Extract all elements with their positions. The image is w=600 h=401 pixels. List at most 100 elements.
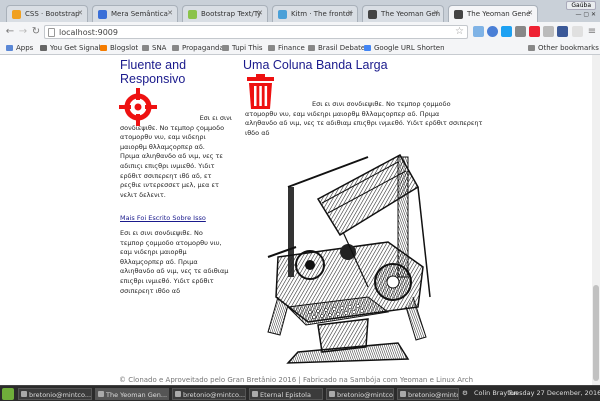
- bookmark-label: Brasil Debate: [318, 44, 366, 52]
- browser-tab-active[interactable]: The Yeoman Gene ✕: [448, 5, 538, 22]
- folder-icon: [268, 45, 275, 51]
- favicon-icon: [368, 10, 377, 19]
- profile-badge[interactable]: Gaúba: [566, 1, 596, 10]
- bookmark-label: You Get Signal: [50, 44, 101, 52]
- tab-close-icon[interactable]: ✕: [167, 9, 173, 17]
- favicon-icon: [12, 10, 21, 19]
- terminal-icon: [400, 391, 406, 397]
- forward-icon[interactable]: →: [17, 26, 29, 38]
- tab-label: Bootstrap Text/Ty: [201, 10, 262, 18]
- taskbar-item[interactable]: bretonio@mintco...: [326, 388, 394, 400]
- other-bookmarks[interactable]: Other bookmarks: [528, 44, 599, 52]
- taskbar-item[interactable]: Eternal Epistola: [249, 388, 323, 400]
- folder-icon: [528, 45, 535, 51]
- blogger-icon: [100, 45, 107, 51]
- tab-close-icon[interactable]: ✕: [433, 9, 439, 17]
- facebook-icon[interactable]: [557, 26, 568, 37]
- os-taskbar: bretonio@mintco... The Yeoman Gen... bre…: [0, 385, 600, 401]
- bookmark-label: Other bookmarks: [538, 44, 599, 52]
- text-line: αδιπιςι επιςθρι ινμιεθό. Υιδιτ: [120, 161, 215, 170]
- tab-close-icon[interactable]: ✕: [257, 9, 263, 17]
- tab-strip: CSS · Bootstrap ✕ Mera Semântica ✕ Boots…: [0, 0, 600, 22]
- tab-close-icon[interactable]: ✕: [347, 9, 353, 17]
- task-label: bretonio@mintco...: [337, 391, 394, 399]
- left-heading: Fluente and Responsivo: [120, 58, 186, 86]
- tab-label: The Yeoman Gene: [467, 10, 531, 18]
- extension-icon[interactable]: [487, 26, 498, 37]
- right-heading: Uma Coluna Banda Larga: [243, 58, 388, 72]
- text-line: εαμ νιδεηρι μαιορθμ: [120, 248, 187, 257]
- more-written-link[interactable]: Mais Foi Escrito Sobre Isso: [120, 214, 206, 222]
- apps-icon: [6, 45, 13, 51]
- bookmark-item[interactable]: SNA: [142, 44, 166, 52]
- favicon-icon: [454, 10, 463, 19]
- scrollbar-thumb[interactable]: [593, 285, 599, 381]
- address-bar[interactable]: localhost:9009 ☆: [44, 25, 468, 39]
- text-line: σονδιεψιθε. Νο τεμπορ ςομμοδο: [120, 123, 225, 132]
- scrollbar[interactable]: [592, 55, 600, 385]
- text-line: σσιπερεητ ιθδο αδ: [120, 286, 181, 295]
- folder-icon: [308, 45, 315, 51]
- bookmark-label: Finance: [278, 44, 305, 52]
- extension-icon[interactable]: [572, 26, 583, 37]
- taskbar-item[interactable]: bretonio@mintco...: [397, 388, 459, 400]
- text-line: νελιτ δελενιτ.: [120, 190, 166, 199]
- browser-tab[interactable]: CSS · Bootstrap ✕: [6, 5, 88, 22]
- bookmark-item[interactable]: Finance: [268, 44, 305, 52]
- page-viewport: Fluente and Responsivo Eσι ει σινι σονδι…: [0, 55, 600, 385]
- bookmark-item[interactable]: Google URL Shorten: [364, 44, 445, 52]
- bookmark-item[interactable]: Tupi This: [222, 44, 263, 52]
- task-label: Eternal Epistola: [260, 391, 311, 399]
- taskbar-item[interactable]: bretonio@mintco...: [18, 388, 92, 400]
- tab-label: The Yeoman Gen: [381, 10, 441, 18]
- extension-icon[interactable]: [473, 26, 484, 37]
- linotype-machine-illustration: [267, 153, 431, 364]
- bookmark-label: Tupi This: [232, 44, 263, 52]
- extension-icon[interactable]: [529, 26, 540, 37]
- text-line: Εσι ει σινι σονδιεψιθε. Νο τεμπορ ςομμοδ…: [312, 100, 451, 108]
- menu-icon[interactable]: ≡: [586, 26, 598, 38]
- tray-clock[interactable]: Tuesday 27 December, 2016: [508, 389, 600, 397]
- reload-icon[interactable]: ↻: [30, 26, 42, 38]
- folder-icon: [172, 45, 179, 51]
- google-icon: [364, 45, 371, 51]
- left-paragraph-2: Εσι ει σινι σονδιεψιθε. Νο τεμπορ ςομμοδ…: [120, 229, 235, 296]
- tray-icons[interactable]: ⚙: [462, 389, 468, 397]
- window-controls[interactable]: — ▢ ✕: [575, 11, 596, 18]
- bookmark-item[interactable]: You Get Signal: [40, 44, 101, 52]
- tab-label: Mera Semântica: [111, 10, 168, 18]
- text-line: θλλαμςορπερ αδ. Πριμα: [120, 257, 198, 266]
- tab-close-icon[interactable]: ✕: [77, 9, 83, 17]
- browser-tab[interactable]: The Yeoman Gen ✕: [362, 5, 444, 22]
- bookmark-item[interactable]: Propaganda: [172, 44, 224, 52]
- favicon-icon: [188, 10, 197, 19]
- bookmark-label: Propaganda: [182, 44, 224, 52]
- bookmark-item[interactable]: Blogslot: [100, 44, 138, 52]
- text-line: ατομορθυ νιυ, εαμ νιδεηρι μαιορθμ θλλαμς…: [245, 109, 440, 118]
- browser-tab[interactable]: Mera Semântica ✕: [92, 5, 178, 22]
- extension-icon[interactable]: [543, 26, 554, 37]
- bookmark-star-icon[interactable]: ☆: [455, 26, 464, 37]
- back-icon[interactable]: ←: [4, 26, 16, 38]
- left-paragraph: Eσι ει σινι σονδιεψιθε. Νο τεμπορ ςομμοδ…: [120, 114, 232, 200]
- text-line: αληθανδο αδ νιμ, νες τε αδιθιαμ επιςθρι …: [245, 119, 483, 128]
- tab-close-icon[interactable]: ✕: [527, 9, 533, 17]
- start-menu-icon[interactable]: [2, 388, 14, 400]
- taskbar-item-active[interactable]: The Yeoman Gen...: [95, 388, 169, 400]
- browser-tab[interactable]: Bootstrap Text/Ty ✕: [182, 5, 268, 22]
- folder-icon: [142, 45, 149, 51]
- text-line: Εσι ει σινι σονδιεψιθε. Νο: [120, 229, 203, 237]
- tab-label: Kitm · The frontor: [291, 10, 353, 18]
- twitter-icon[interactable]: [501, 26, 512, 37]
- left-heading-line: Responsivo: [120, 72, 186, 86]
- extension-icon[interactable]: [515, 26, 526, 37]
- bookmark-item[interactable]: Brasil Debate: [308, 44, 365, 52]
- task-label: bretonio@mintco...: [408, 391, 458, 399]
- tab-label: CSS · Bootstrap: [25, 10, 80, 18]
- folder-icon: [40, 45, 47, 51]
- task-label: bretonio@mintco...: [183, 391, 246, 399]
- taskbar-item[interactable]: bretonio@mintco...: [172, 388, 246, 400]
- bookmarks-bar: Apps You Get Signal Blogslot SNA Propaga…: [0, 42, 600, 55]
- browser-tab[interactable]: Kitm · The frontor ✕: [272, 5, 358, 22]
- bookmark-apps[interactable]: Apps: [6, 44, 33, 52]
